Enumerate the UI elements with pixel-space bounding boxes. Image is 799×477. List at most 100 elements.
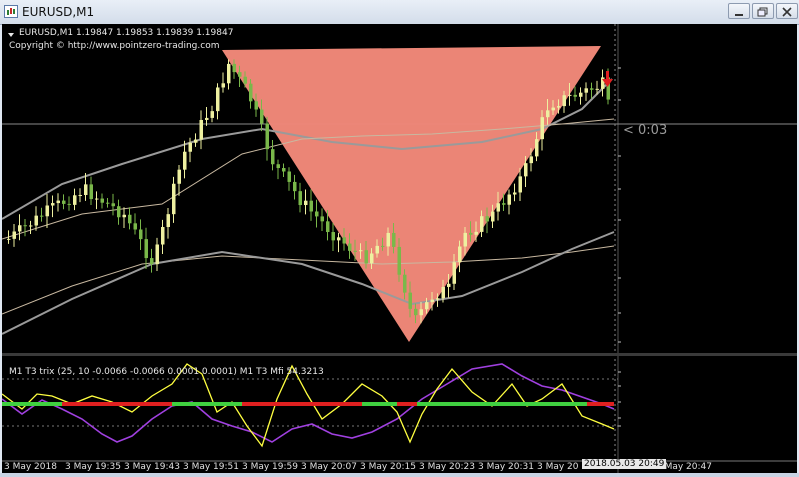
- time-tick: 3 May 20:07: [301, 462, 357, 472]
- candle-body: [408, 292, 412, 309]
- candle-body: [276, 164, 280, 169]
- candle-body: [370, 253, 374, 264]
- candle-body: [232, 63, 236, 73]
- candle-body: [562, 95, 566, 107]
- candle-body: [67, 203, 71, 205]
- candle-body: [425, 302, 429, 310]
- copyright-text: Copyright © http://www.pointzero-trading…: [9, 41, 220, 51]
- minimize-icon: [729, 4, 749, 18]
- window-title: EURUSD,M1: [22, 5, 95, 19]
- candle-body: [73, 195, 77, 205]
- candle-body: [518, 176, 522, 193]
- time-tick: 3 May 19:51: [183, 462, 239, 472]
- candle-body: [210, 111, 214, 118]
- collapse-icon[interactable]: [8, 33, 14, 37]
- candle-body: [507, 194, 511, 205]
- candle-body: [122, 214, 126, 218]
- candle-body: [249, 83, 253, 102]
- candle-body: [51, 203, 55, 206]
- candle-body: [304, 200, 308, 206]
- candle-body: [12, 231, 16, 239]
- restore-button[interactable]: [752, 3, 774, 19]
- candle-body: [557, 106, 561, 108]
- candle-body: [117, 206, 121, 218]
- candle-body: [353, 250, 357, 252]
- candle-body: [172, 183, 176, 215]
- candle-body: [205, 117, 209, 120]
- candle-body: [287, 171, 291, 182]
- candle-body: [546, 110, 550, 118]
- candle-body: [540, 117, 544, 140]
- time-tick: 3 May 20:23: [419, 462, 475, 472]
- candle-body: [447, 283, 451, 287]
- candle-body: [348, 243, 352, 251]
- candle-body: [469, 232, 473, 235]
- ma-line: [1, 231, 615, 335]
- candle-body: [436, 298, 440, 300]
- candle-body: [265, 123, 269, 150]
- candle-body: [128, 214, 132, 224]
- candle-body: [155, 244, 159, 265]
- candle-body: [29, 225, 33, 227]
- candle-body: [529, 156, 533, 164]
- candle-body: [45, 205, 49, 217]
- candle-body: [254, 101, 258, 110]
- candle-body: [496, 203, 500, 212]
- candle-body: [485, 216, 489, 222]
- chart-window-icon: [4, 5, 18, 18]
- time-tick: 3 May 20:31: [478, 462, 534, 472]
- candle-body: [359, 250, 363, 252]
- candle-body: [23, 225, 27, 227]
- candle-body: [166, 214, 170, 228]
- candle-body: [430, 299, 434, 303]
- subwindow-separator[interactable]: [2, 353, 797, 356]
- ma-line: [1, 245, 615, 315]
- candle-body: [414, 308, 418, 316]
- candle-body: [243, 76, 247, 84]
- candle-body: [106, 202, 110, 204]
- candle-body: [337, 237, 341, 241]
- candle-body: [56, 200, 60, 204]
- candle-body: [590, 88, 594, 90]
- candle-body: [595, 88, 599, 90]
- candle-body: [579, 92, 583, 97]
- candle-body: [293, 181, 297, 192]
- candle-body: [463, 232, 467, 247]
- chart-window: EURUSD,M1 EURUSD,M1 1.19847 1.19853 1.19…: [0, 0, 799, 473]
- candle-body: [282, 168, 286, 172]
- time-tick: 3 May 19:59: [242, 462, 298, 472]
- candle-body: [111, 203, 115, 207]
- candle-body: [144, 239, 148, 259]
- candle-body: [188, 142, 192, 152]
- time-tick: 3 May 2018: [4, 462, 57, 472]
- candle-body: [342, 237, 346, 244]
- candle-body: [194, 139, 198, 143]
- candle-body: [524, 163, 528, 177]
- candle-body: [183, 151, 187, 170]
- candle-body: [375, 245, 379, 254]
- candle-body: [227, 63, 231, 84]
- candle-body: [474, 231, 478, 235]
- chart-area[interactable]: EURUSD,M1 1.19847 1.19853 1.19839 1.1984…: [1, 24, 797, 473]
- minimize-button[interactable]: [728, 3, 750, 19]
- time-tick: 3 May 20:15: [360, 462, 416, 472]
- candle-body: [34, 215, 38, 226]
- bar-timer: < 0:03: [623, 123, 668, 138]
- candle-body: [386, 232, 390, 247]
- candle-body: [78, 195, 82, 197]
- candle-body: [100, 198, 104, 203]
- candle-body: [392, 232, 396, 247]
- candle-body: [491, 211, 495, 222]
- title-bar[interactable]: EURUSD,M1: [0, 0, 799, 25]
- candle-body: [161, 227, 165, 245]
- candle-body: [18, 225, 22, 232]
- price-chart[interactable]: [1, 24, 797, 473]
- candle-body: [364, 250, 368, 264]
- symbol-info: EURUSD,M1 1.19847 1.19853 1.19839 1.1984…: [19, 28, 234, 38]
- close-button[interactable]: [776, 3, 798, 19]
- candle-body: [271, 149, 275, 165]
- candle-body: [199, 119, 203, 140]
- candle-body: [458, 246, 462, 263]
- candle-body: [40, 215, 44, 217]
- candle-body: [139, 229, 143, 240]
